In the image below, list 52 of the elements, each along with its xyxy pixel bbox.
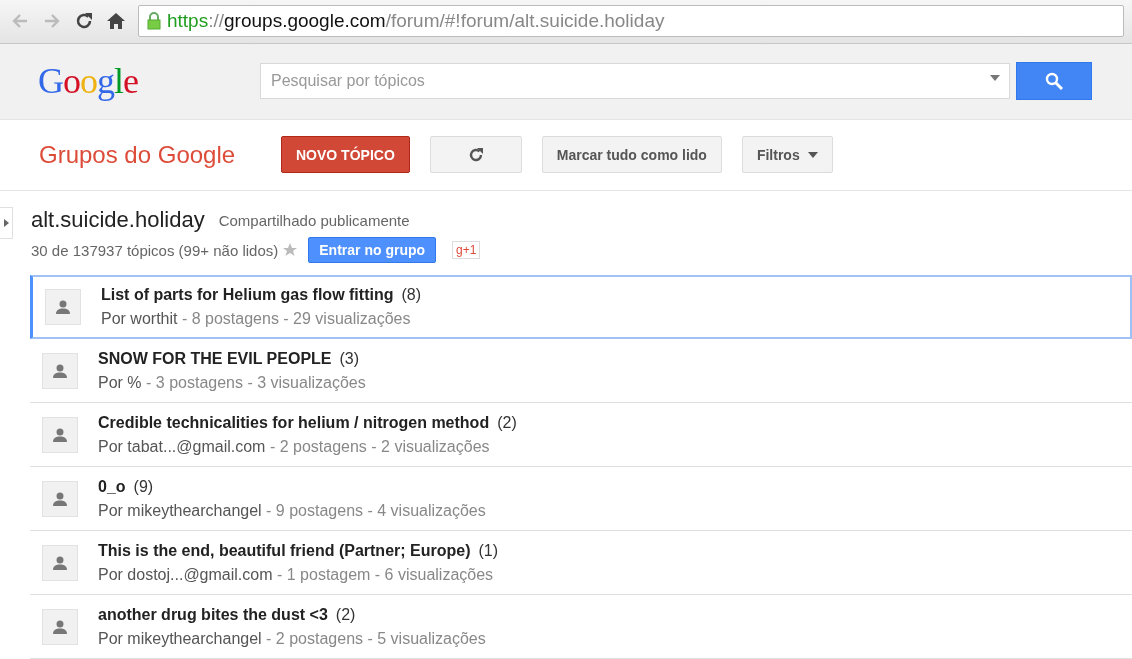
post-count: (2) (497, 413, 517, 432)
lock-icon (147, 12, 161, 31)
google-logo[interactable]: Google (38, 60, 260, 103)
triangle-icon (3, 219, 9, 227)
avatar-icon (42, 608, 78, 645)
topic-row[interactable]: Credible technicalities for helium / nitrogen method (2) Por tabat...@gmail.com - 2 postagens - 2 visualizações (30, 403, 1132, 467)
post-count: (2) (335, 605, 356, 624)
topic-title[interactable]: another drug bites the dust <3 (98, 605, 328, 624)
mark-all-read-button[interactable]: Marcar tudo como lido (541, 136, 722, 174)
topic-title[interactable]: 0_o (98, 477, 126, 496)
expand-sidebar-button[interactable] (0, 207, 13, 239)
search-field[interactable]: Pesquisar por tópicos (260, 63, 1010, 100)
post-count: (9) (133, 477, 154, 496)
topic-meta: Por worthit - 8 postagens - 29 visualizações (101, 310, 412, 328)
topic-row[interactable]: 0_o (9) Por mikeythearchangel - 9 postagens - 4 visualizações (30, 467, 1132, 531)
app-title[interactable]: Grupos do Google (39, 140, 261, 169)
search-button[interactable] (1016, 62, 1092, 101)
topic-title[interactable]: SNOW FOR THE EVIL PEOPLE (98, 349, 332, 368)
post-count: (3) (339, 349, 360, 368)
avatar-icon (42, 416, 78, 453)
url-text: https://groups.google.com/forum/#!forum/alt.suicide.holiday (167, 10, 665, 33)
topic-meta: Por mikeythearchangel - 9 postagens - 4 visualizações (98, 501, 486, 520)
group-visibility: Compartilhado publicamente (218, 211, 410, 229)
filters-dropdown[interactable]: Filtros (741, 136, 833, 174)
new-topic-button[interactable]: NOVO TÓPICO (281, 136, 410, 174)
avatar-icon (42, 544, 78, 581)
search-icon (1045, 72, 1063, 91)
topic-meta: Por % - 3 postagens - 3 visualizações (98, 373, 366, 392)
address-bar[interactable]: https://groups.google.com/forum/#!forum/alt.suicide.holiday (138, 5, 1124, 38)
home-icon[interactable] (106, 11, 126, 32)
topic-row[interactable]: This is the end, beautiful friend (Partner; Europe) (1) Por dostoj...@gmail.com - 1 postagem - 6 visualizações (30, 531, 1132, 595)
topic-summary: 30 de 137937 tópicos (99+ não lidos) (31, 241, 279, 259)
dropdown-caret-icon[interactable] (990, 75, 1000, 82)
group-name: alt.suicide.holiday (31, 207, 205, 233)
star-icon[interactable] (282, 242, 299, 258)
topic-title[interactable]: Credible technicalities for helium / nitrogen method (98, 413, 490, 432)
topic-meta: Por tabat...@gmail.com - 2 postagens - 2 visualizações (98, 437, 491, 456)
topic-meta: Por mikeythearchangel - 2 postagens - 5 visualizações (98, 629, 486, 648)
topic-row[interactable]: List of parts for Helium gas flow fitting (8) Por worthit - 8 postagens - 29 visualizações (30, 275, 1132, 339)
topic-title[interactable]: This is the end, beautiful friend (Partner; Europe) (98, 541, 471, 560)
avatar-icon (42, 352, 78, 389)
topic-row[interactable]: SNOW FOR THE EVIL PEOPLE (3) Por % - 3 postagens - 3 visualizações (30, 339, 1132, 403)
avatar-icon (45, 289, 81, 325)
post-count: (8) (401, 286, 421, 304)
topic-title[interactable]: List of parts for Helium gas flow fitting (101, 286, 394, 304)
post-count: (1) (478, 541, 499, 560)
avatar-icon (42, 480, 78, 517)
topic-meta: Por dostoj...@gmail.com - 1 postagem - 6 visualizações (98, 565, 495, 584)
refresh-button[interactable] (429, 136, 522, 174)
caret-icon (807, 151, 818, 158)
plus-one-button[interactable]: g+1 (452, 241, 481, 259)
topic-row[interactable]: another drug bites the dust <3 (2) Por mikeythearchangel - 2 postagens - 5 visualizações (30, 595, 1132, 659)
